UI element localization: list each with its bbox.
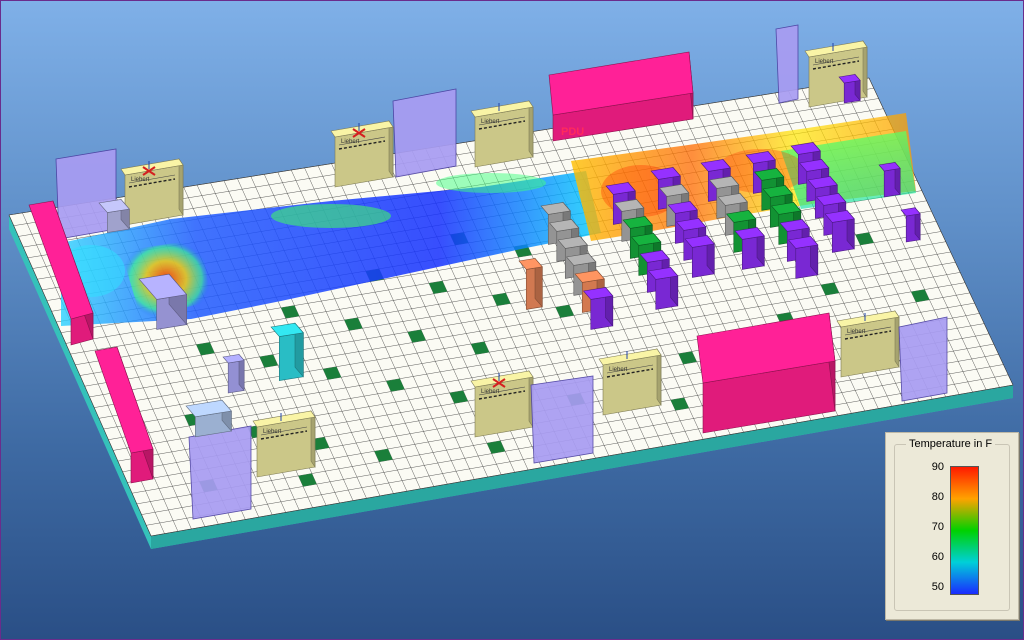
wall-panel bbox=[898, 316, 948, 402]
svg-text:Liebert: Liebert bbox=[481, 119, 500, 125]
3d-viewport[interactable]: Liebert Liebert Liebert Liebert PDU Liebert Li… bbox=[0, 0, 1024, 640]
legend-tick-50: 50 bbox=[931, 581, 944, 593]
crac-unit: Liebert bbox=[252, 410, 316, 478]
crac-unit: Liebert bbox=[836, 310, 900, 378]
svg-text:Liebert: Liebert bbox=[847, 329, 866, 335]
wall-panel bbox=[775, 24, 799, 104]
crac-unit: Liebert bbox=[470, 100, 534, 168]
legend-color-bar bbox=[950, 466, 979, 595]
crac-unit: Liebert bbox=[470, 370, 534, 438]
svg-text:Liebert: Liebert bbox=[131, 177, 150, 183]
legend-tick-70: 70 bbox=[931, 521, 944, 533]
legend-tick-80: 80 bbox=[931, 491, 944, 503]
svg-text:Liebert: Liebert bbox=[481, 389, 500, 395]
wall-panel bbox=[55, 148, 117, 240]
temperature-legend: Temperature in F 90 80 70 60 50 bbox=[885, 432, 1019, 620]
wall-panel bbox=[188, 425, 252, 520]
wall-panel bbox=[530, 375, 594, 464]
legend-tick-60: 60 bbox=[931, 551, 944, 563]
crac-unit: Liebert bbox=[330, 120, 394, 188]
svg-text:Liebert: Liebert bbox=[609, 367, 628, 373]
data-center-scene[interactable]: Liebert Liebert Liebert Liebert PDU Liebert Li… bbox=[1, 1, 1023, 639]
crac-unit: Liebert bbox=[120, 158, 184, 226]
svg-text:Liebert: Liebert bbox=[341, 139, 360, 145]
legend-tick-90: 90 bbox=[931, 461, 944, 473]
svg-text:Liebert: Liebert bbox=[263, 429, 282, 435]
wall-panel bbox=[392, 88, 457, 178]
svg-text:Liebert: Liebert bbox=[815, 59, 834, 65]
svg-text:PDU: PDU bbox=[561, 126, 584, 138]
crac-unit: Liebert bbox=[598, 348, 662, 416]
legend-title: Temperature in F bbox=[906, 438, 996, 450]
